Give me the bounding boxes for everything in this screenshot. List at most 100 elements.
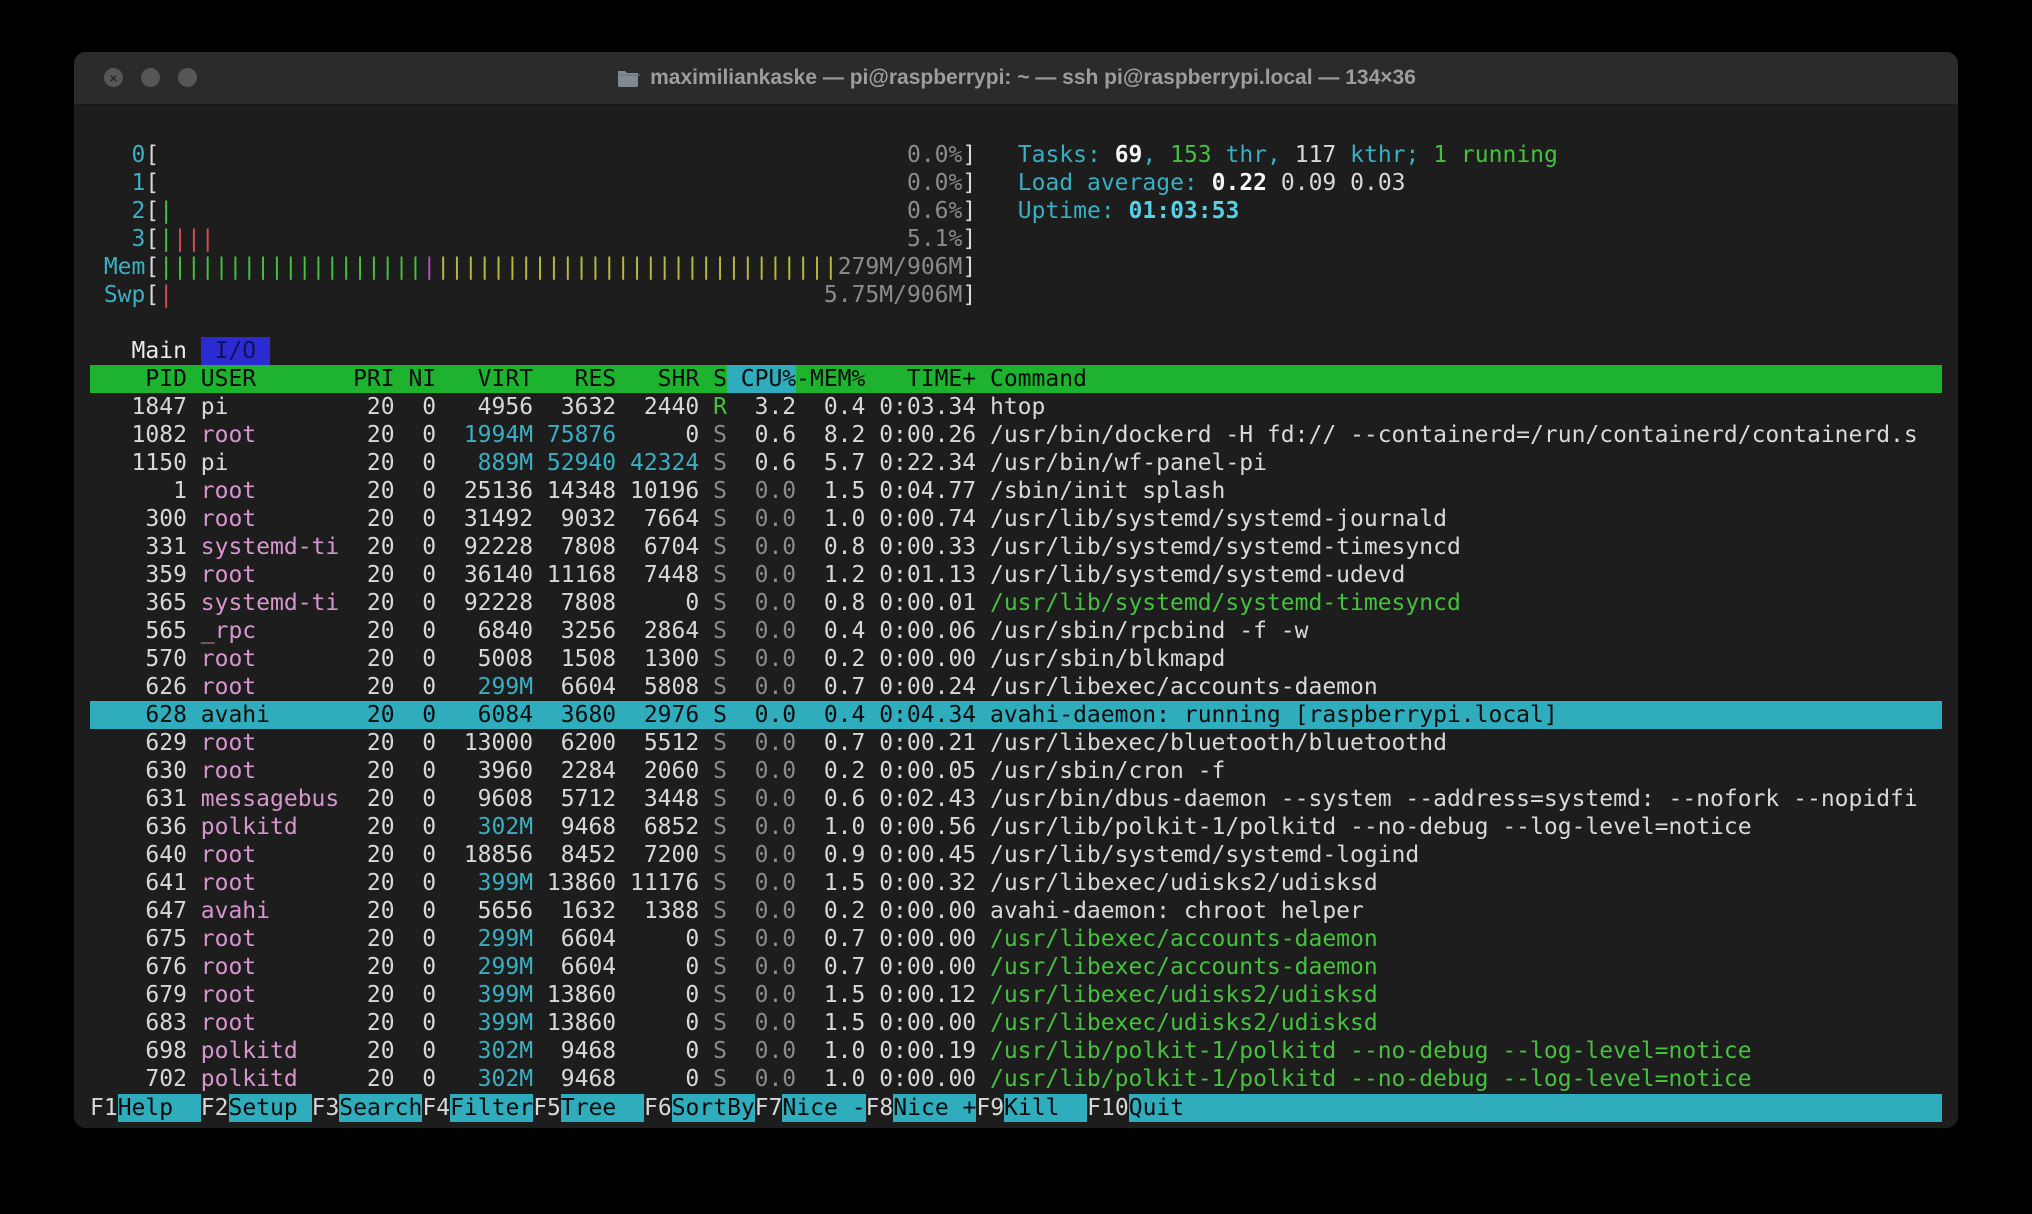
cell-time: 0:00.00 xyxy=(865,897,976,925)
column-header-ni[interactable]: NI xyxy=(395,365,437,393)
cell-pri: 20 xyxy=(339,869,394,897)
process-row-1847[interactable]: 1847pi200495636322440R3.20.40:03.34htop xyxy=(90,393,1942,421)
process-row-698[interactable]: 698polkitd200302M94680S0.01.00:00.19/usr… xyxy=(90,1037,1942,1065)
minimize-button[interactable] xyxy=(141,68,160,87)
process-row-676[interactable]: 676root200299M66040S0.00.70:00.00/usr/li… xyxy=(90,953,1942,981)
fn-key-label: F9 xyxy=(976,1094,1004,1122)
cell-time: 0:01.13 xyxy=(865,561,976,589)
cell-pid: 1082 xyxy=(90,421,187,449)
fn-action-label: Setup xyxy=(229,1094,312,1122)
process-row-565[interactable]: 565_rpc200684032562864S0.00.40:00.06/usr… xyxy=(90,617,1942,645)
cell-pid: 359 xyxy=(90,561,187,589)
process-row-702[interactable]: 702polkitd200302M94680S0.01.00:00.00/usr… xyxy=(90,1065,1942,1093)
process-row-647[interactable]: 647avahi200565616321388S0.00.20:00.00ava… xyxy=(90,897,1942,925)
process-row-628[interactable]: 628avahi200608436802976S0.00.40:04.34ava… xyxy=(90,701,1942,729)
cell-mem: 5.7 xyxy=(796,449,865,477)
fn-f2-setup[interactable]: F2Setup xyxy=(201,1094,312,1122)
cell-pri: 20 xyxy=(339,645,394,673)
meter-close-bracket: ] xyxy=(962,169,976,197)
fn-f5-tree[interactable]: F5Tree xyxy=(533,1094,644,1122)
column-header-res[interactable]: RES xyxy=(533,365,616,393)
column-header-s[interactable]: S xyxy=(713,365,727,393)
titlebar[interactable]: × maximiliankaske — pi@raspberrypi: ~ — … xyxy=(74,52,1958,105)
cell-s: S xyxy=(713,589,727,617)
process-row-636[interactable]: 636polkitd200302M94686852S0.01.00:00.56/… xyxy=(90,813,1942,841)
process-row-1082[interactable]: 1082root2001994M758760S0.68.20:00.26/usr… xyxy=(90,421,1942,449)
column-header-pri[interactable]: PRI xyxy=(339,365,394,393)
process-row-675[interactable]: 675root200299M66040S0.00.70:00.00/usr/li… xyxy=(90,925,1942,953)
cell-cpu: 0.0 xyxy=(727,1037,796,1065)
cell-pid: 631 xyxy=(90,785,187,813)
column-header-time[interactable]: TIME+ xyxy=(865,365,976,393)
cell-pri: 20 xyxy=(339,393,394,421)
cell-virt: 5656 xyxy=(436,897,533,925)
fn-f8-nice-+[interactable]: F8Nice + xyxy=(866,1094,977,1122)
meter-close-bracket: ] xyxy=(962,225,976,253)
cell-pri: 20 xyxy=(339,841,394,869)
tab-io[interactable]: I/O xyxy=(201,337,270,365)
cell-pid: 331 xyxy=(90,533,187,561)
meter-value: 0.0% xyxy=(907,169,962,197)
cell-virt: 1994M xyxy=(436,421,533,449)
process-row-641[interactable]: 641root200399M1386011176S0.01.50:00.32/u… xyxy=(90,869,1942,897)
cell-s: S xyxy=(713,645,727,673)
process-row-1150[interactable]: 1150pi200889M5294042324S0.65.70:22.34/us… xyxy=(90,449,1942,477)
column-header-cpu[interactable]: CPU% xyxy=(727,365,796,393)
fn-f6-sortby[interactable]: F6SortBy xyxy=(644,1094,755,1122)
process-row-626[interactable]: 626root200299M66045808S0.00.70:00.24/usr… xyxy=(90,673,1942,701)
cell-shr: 7664 xyxy=(616,505,699,533)
cell-pri: 20 xyxy=(339,589,394,617)
process-row-365[interactable]: 365systemd-ti2009222878080S0.00.80:00.01… xyxy=(90,589,1942,617)
column-header-user[interactable]: USER xyxy=(201,365,339,393)
process-row-570[interactable]: 570root200500815081300S0.00.20:00.00/usr… xyxy=(90,645,1942,673)
fn-f9-kill[interactable]: F9Kill xyxy=(976,1094,1087,1122)
column-header-pid[interactable]: PID xyxy=(90,365,187,393)
column-header-shr[interactable]: SHR xyxy=(616,365,699,393)
cell-ni: 0 xyxy=(395,953,437,981)
process-row-640[interactable]: 640root2001885684527200S0.00.90:00.45/us… xyxy=(90,841,1942,869)
process-row-630[interactable]: 630root200396022842060S0.00.20:00.05/usr… xyxy=(90,757,1942,785)
cell-s: S xyxy=(713,561,727,589)
cell-shr: 0 xyxy=(616,589,699,617)
cell-cmd: /usr/libexec/accounts-daemon xyxy=(990,925,1942,953)
fn-f7-nice--[interactable]: F7Nice - xyxy=(755,1094,866,1122)
cell-virt: 31492 xyxy=(436,505,533,533)
process-row-629[interactable]: 629root2001300062005512S0.00.70:00.21/us… xyxy=(90,729,1942,757)
fn-action-label: Filter xyxy=(450,1094,533,1122)
cell-res: 9468 xyxy=(533,1065,616,1093)
fn-f1-help[interactable]: F1Help xyxy=(90,1094,201,1122)
cell-pid: 626 xyxy=(90,673,187,701)
cell-res: 9032 xyxy=(533,505,616,533)
process-row-331[interactable]: 331systemd-ti2009222878086704S0.00.80:00… xyxy=(90,533,1942,561)
process-row-359[interactable]: 359root20036140111687448S0.01.20:01.13/u… xyxy=(90,561,1942,589)
process-row-631[interactable]: 631messagebus200960857123448S0.00.60:02.… xyxy=(90,785,1942,813)
cell-mem: 1.0 xyxy=(796,505,865,533)
zoom-button[interactable] xyxy=(178,68,197,87)
cell-ni: 0 xyxy=(395,981,437,1009)
column-header-virt[interactable]: VIRT xyxy=(436,365,533,393)
meter-open-bracket: [ xyxy=(145,225,159,253)
cell-ni: 0 xyxy=(395,393,437,421)
cpu-meter-2: 2[|0.6%] xyxy=(90,197,976,225)
meter-bar: ||||||||||||||||||||||||||||||||||||||||… xyxy=(159,253,962,281)
load-average: Load average: 0.22 0.09 0.03 xyxy=(1018,169,1406,197)
cell-s: S xyxy=(713,505,727,533)
fn-f10-quit[interactable]: F10Quit xyxy=(1087,1094,1212,1122)
cell-user: root xyxy=(201,869,339,897)
process-row-679[interactable]: 679root200399M138600S0.01.50:00.12/usr/l… xyxy=(90,981,1942,1009)
tab-main[interactable]: Main xyxy=(118,337,201,365)
cell-cmd: /usr/bin/dbus-daemon --system --address=… xyxy=(990,785,1942,813)
cell-cmd: /usr/sbin/cron -f xyxy=(990,757,1942,785)
cell-shr: 5808 xyxy=(616,673,699,701)
close-button[interactable]: × xyxy=(104,68,123,87)
cell-mem: 1.5 xyxy=(796,981,865,1009)
process-row-683[interactable]: 683root200399M138600S0.01.50:00.00/usr/l… xyxy=(90,1009,1942,1037)
process-row-1[interactable]: 1root200251361434810196S0.01.50:04.77/sb… xyxy=(90,477,1942,505)
column-header-cmd[interactable]: Command xyxy=(990,365,1942,393)
cell-shr: 10196 xyxy=(616,477,699,505)
column-header-mem[interactable]: -MEM% xyxy=(796,365,865,393)
fn-f4-filter[interactable]: F4Filter xyxy=(422,1094,533,1122)
cell-res: 5712 xyxy=(533,785,616,813)
process-row-300[interactable]: 300root2003149290327664S0.01.00:00.74/us… xyxy=(90,505,1942,533)
fn-f3-search[interactable]: F3Search xyxy=(312,1094,423,1122)
